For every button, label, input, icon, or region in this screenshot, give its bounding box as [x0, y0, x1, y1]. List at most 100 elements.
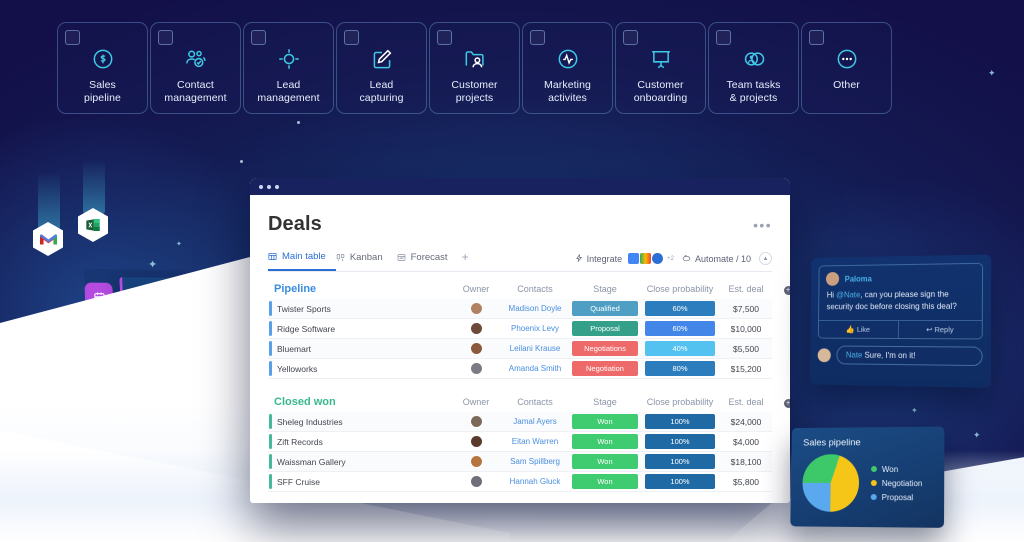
reply-message[interactable]: Nate Sure, I'm on it!: [836, 345, 983, 367]
contact-name[interactable]: Amanda Smith: [509, 364, 561, 373]
probability-badge[interactable]: 100%: [645, 414, 715, 429]
checkbox[interactable]: [344, 30, 359, 45]
contact-name[interactable]: Hannah Gluck: [510, 477, 561, 486]
deal-name: Waissman Gallery: [268, 452, 450, 471]
checkbox[interactable]: [716, 30, 731, 45]
table-row[interactable]: Ridge Software Phoenix Levy Proposal 60%…: [268, 319, 772, 339]
probability-badge[interactable]: 40%: [645, 341, 715, 356]
reply-button[interactable]: ↩ Reply: [897, 321, 982, 339]
probability-badge[interactable]: 80%: [645, 361, 715, 376]
sparkle-icon: ✦: [973, 430, 981, 440]
est-deal-value: $15,200: [730, 363, 762, 374]
table-row[interactable]: Yelloworks Amanda Smith Negotiation 80% …: [268, 359, 772, 379]
feature-card-customer-projects[interactable]: Customer projects: [429, 22, 520, 114]
table-icon: [268, 252, 277, 261]
avatar: [825, 271, 840, 286]
checkbox[interactable]: [65, 30, 80, 45]
edit-square-icon: [369, 44, 395, 74]
table-row[interactable]: Twister Sports Madison Doyle Qualified 6…: [268, 299, 772, 319]
column-owner: Owner: [462, 284, 490, 294]
checkbox[interactable]: [251, 30, 266, 45]
stage-badge[interactable]: Proposal: [572, 321, 638, 336]
window-titlebar: [250, 178, 790, 195]
group-title: Closed won: [274, 396, 336, 408]
column-stage: Stage: [593, 397, 617, 407]
feature-card-sales-pipeline[interactable]: Sales pipeline: [57, 22, 148, 114]
legend-item-negotiation: Negotiation: [870, 478, 922, 488]
window-dot-minimize[interactable]: [267, 184, 271, 189]
feature-card-customer-onboarding[interactable]: Customer onboarding: [615, 22, 706, 114]
beam-gmail: [38, 172, 60, 230]
column-headers: Closed won Owner Contacts Stage Close pr…: [268, 396, 790, 412]
probability-badge[interactable]: 100%: [645, 454, 715, 469]
more-options-button[interactable]: •••: [753, 217, 772, 233]
table-row[interactable]: SFF Cruise Hannah Gluck Won 100% $5,800: [268, 472, 772, 492]
contact-name[interactable]: Leilani Krause: [510, 344, 561, 353]
add-column-button[interactable]: +: [783, 398, 790, 408]
decorative-dot: [240, 160, 243, 163]
checkbox[interactable]: [809, 30, 824, 45]
tab-main-table[interactable]: Main table: [268, 251, 336, 271]
contact-name[interactable]: Phoenix Levy: [511, 324, 559, 333]
mention[interactable]: @Nate: [836, 290, 860, 299]
contact-name[interactable]: Eitan Warren: [512, 437, 558, 446]
feature-card-team-tasks[interactable]: Team tasks & projects: [708, 22, 799, 114]
checkbox[interactable]: [158, 30, 173, 45]
deal-name: Zift Records: [268, 432, 450, 451]
like-button[interactable]: 👍 Like: [819, 321, 898, 338]
feature-card-lead-management[interactable]: Lead management: [243, 22, 334, 114]
chevron-up-icon[interactable]: ▲: [759, 252, 772, 265]
add-view-button[interactable]: +: [462, 250, 469, 271]
integrate-button[interactable]: Integrate +2: [575, 253, 674, 264]
window-dot-close[interactable]: [259, 184, 263, 189]
page-root: ✦ ✦ ✦ ✦ ✦ Sales pipeline Contact managem…: [0, 0, 1024, 542]
est-deal-value: $5,800: [733, 476, 759, 487]
reply-author: Nate: [845, 350, 863, 360]
stage-badge[interactable]: Negotiation: [572, 361, 638, 376]
integration-overflow-count: +2: [667, 255, 674, 262]
stage-badge[interactable]: Won: [572, 434, 638, 449]
table-row[interactable]: Waissman Gallery Sam Spillberg Won 100% …: [268, 452, 772, 472]
deal-name: Bluemart: [268, 339, 450, 358]
contact-name[interactable]: Sam Spillberg: [510, 457, 560, 466]
checkbox[interactable]: [623, 30, 638, 45]
ellipsis-circle-icon: [834, 44, 860, 74]
reply-arrow-icon: ↩: [926, 325, 933, 335]
contact-name[interactable]: Jamal Ayers: [513, 417, 556, 426]
stage-badge[interactable]: Qualified: [572, 301, 638, 316]
feature-card-contact-management[interactable]: Contact management: [150, 22, 241, 114]
avatar: [817, 347, 831, 362]
table-row[interactable]: Sheleg Industries Jamal Ayers Won 100% $…: [268, 412, 772, 432]
stage-badge[interactable]: Won: [572, 414, 638, 429]
feature-card-lead-capturing[interactable]: Lead capturing: [336, 22, 427, 114]
integrate-label: Integrate: [586, 253, 623, 264]
feature-card-label: Customer projects: [451, 79, 498, 104]
checkbox[interactable]: [437, 30, 452, 45]
contact-name[interactable]: Madison Doyle: [509, 304, 562, 313]
feature-card-marketing-activities[interactable]: Marketing activites: [522, 22, 613, 114]
stage-badge[interactable]: Won: [572, 474, 638, 489]
stage-badge[interactable]: Negotiations: [572, 341, 638, 356]
column-contacts: Contacts: [517, 284, 553, 294]
avatar: [470, 323, 482, 334]
add-column-button[interactable]: +: [783, 285, 790, 295]
column-close-probability: Close probability: [646, 397, 714, 407]
table-row[interactable]: Zift Records Eitan Warren Won 100% $4,00…: [268, 432, 772, 452]
checkbox[interactable]: [530, 30, 545, 45]
tab-kanban[interactable]: Kanban: [336, 252, 397, 270]
feature-card-other[interactable]: Other: [801, 22, 892, 114]
window-dot-maximize[interactable]: [275, 184, 279, 189]
presentation-icon: [648, 44, 674, 74]
probability-badge[interactable]: 60%: [645, 301, 715, 316]
avatar: [470, 476, 482, 487]
tab-forecast[interactable]: Forecast: [397, 252, 462, 270]
column-owner: Owner: [462, 397, 490, 407]
automate-button[interactable]: Automate / 10: [682, 254, 751, 264]
probability-badge[interactable]: 60%: [645, 321, 715, 336]
table-row[interactable]: Bluemart Leilani Krause Negotiations 40%…: [268, 339, 772, 359]
column-close-probability: Close probability: [646, 284, 714, 294]
toolbar: Integrate +2 Automate / 10 ▲: [575, 252, 772, 265]
stage-badge[interactable]: Won: [572, 454, 638, 469]
probability-badge[interactable]: 100%: [645, 434, 715, 449]
probability-badge[interactable]: 100%: [645, 474, 715, 489]
